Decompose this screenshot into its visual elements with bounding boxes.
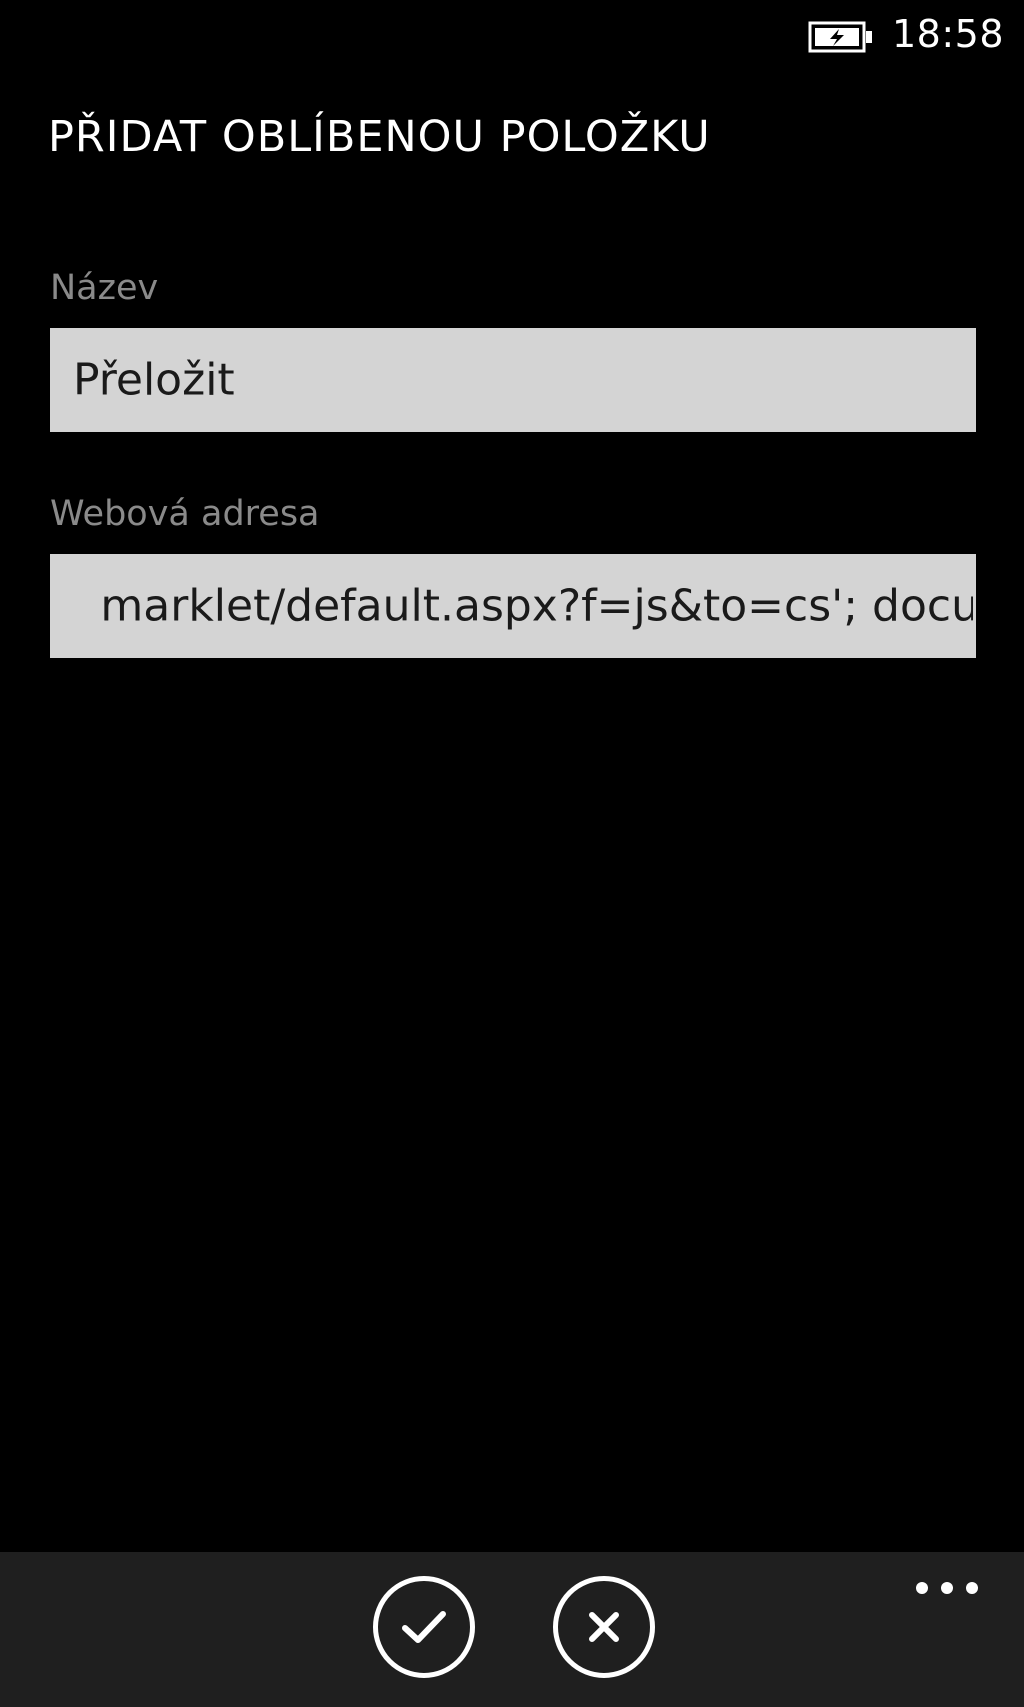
clock: 18:58: [891, 12, 1004, 56]
dot: [916, 1582, 928, 1594]
check-icon: [400, 1607, 448, 1647]
close-icon: [584, 1607, 624, 1647]
url-input-value: marklet/default.aspx?f=js&to=cs'; docu: [100, 580, 976, 632]
url-input[interactable]: marklet/default.aspx?f=js&to=cs'; docu: [50, 554, 976, 658]
page-title: PŘIDAT OBLÍBENOU POLOŽKU: [48, 112, 711, 162]
save-button[interactable]: [373, 1576, 475, 1678]
app-bar: [0, 1552, 1024, 1707]
name-input-value: Přeložit: [73, 354, 235, 406]
url-label: Webová adresa: [50, 494, 320, 534]
cancel-button[interactable]: [553, 1576, 655, 1678]
battery-charging-icon: [808, 20, 874, 54]
name-label: Název: [50, 268, 159, 308]
dot: [966, 1582, 978, 1594]
dot: [941, 1582, 953, 1594]
status-bar: 18:58: [0, 0, 1024, 72]
name-input[interactable]: Přeložit: [50, 328, 976, 432]
more-dots-icon[interactable]: [916, 1574, 978, 1602]
add-favorite-screen: 18:58 PŘIDAT OBLÍBENOU POLOŽKU Název Pře…: [0, 0, 1024, 1707]
